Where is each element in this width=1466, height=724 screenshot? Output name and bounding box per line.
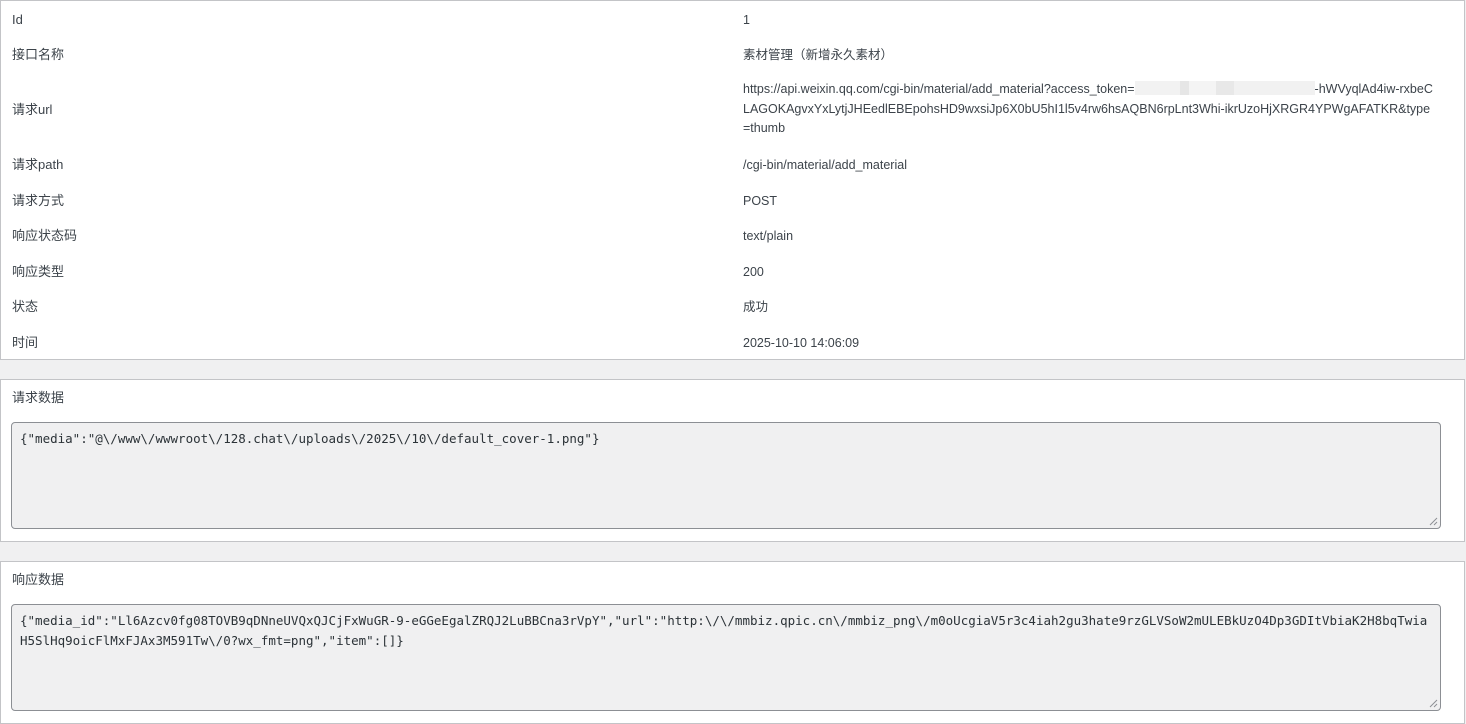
response-data-textarea[interactable]: {"media_id":"Ll6Azcv0fg08TOVB9qDNneUVQxQ… xyxy=(11,604,1441,711)
label-request-url: 请求url xyxy=(12,102,53,117)
response-data-panel: 响应数据 {"media_id":"Ll6Azcv0fg08TOVB9qDNne… xyxy=(0,561,1465,724)
request-data-textarea[interactable]: {"media":"@\/www\/wwwroot\/128.chat\/upl… xyxy=(11,422,1441,529)
label-request-path: 请求path xyxy=(12,157,64,172)
request-data-panel: 请求数据 {"media":"@\/www\/wwwroot\/128.chat… xyxy=(0,379,1465,542)
label-time: 时间 xyxy=(12,335,39,350)
value-request-method: POST xyxy=(743,194,778,208)
label-api-name: 接口名称 xyxy=(12,47,65,62)
resize-handle-icon[interactable] xyxy=(1429,517,1438,526)
label-status: 状态 xyxy=(12,299,39,314)
response-data-title: 响应数据 xyxy=(12,572,65,587)
resize-handle-icon[interactable] xyxy=(1429,699,1438,708)
value-status: 成功 xyxy=(743,300,769,314)
value-response-type: 200 xyxy=(743,265,764,279)
value-id: 1 xyxy=(743,13,750,27)
value-request-url: https://api.weixin.qq.com/cgi-bin/materi… xyxy=(743,80,1433,139)
request-data-title: 请求数据 xyxy=(12,390,65,405)
value-time: 2025-10-10 14:06:09 xyxy=(743,336,860,350)
value-api-name: 素材管理（新增永久素材） xyxy=(743,48,894,62)
request-data-content: {"media":"@\/www\/wwwroot\/128.chat\/upl… xyxy=(20,431,600,446)
label-request-method: 请求方式 xyxy=(12,193,65,208)
redacted-token-mask xyxy=(1134,81,1315,95)
label-response-status-code: 响应状态码 xyxy=(12,228,78,243)
label-response-type: 响应类型 xyxy=(12,264,65,279)
value-response-status-code: text/plain xyxy=(743,229,794,243)
log-detail-panel: Id 1 接口名称 素材管理（新增永久素材） 请求url https://api… xyxy=(0,0,1465,360)
response-data-content: {"media_id":"Ll6Azcv0fg08TOVB9qDNneUVQxQ… xyxy=(20,613,1428,648)
url-prefix: https://api.weixin.qq.com/cgi-bin/materi… xyxy=(743,82,1135,96)
label-id: Id xyxy=(12,12,23,27)
value-request-path: /cgi-bin/material/add_material xyxy=(743,158,907,172)
